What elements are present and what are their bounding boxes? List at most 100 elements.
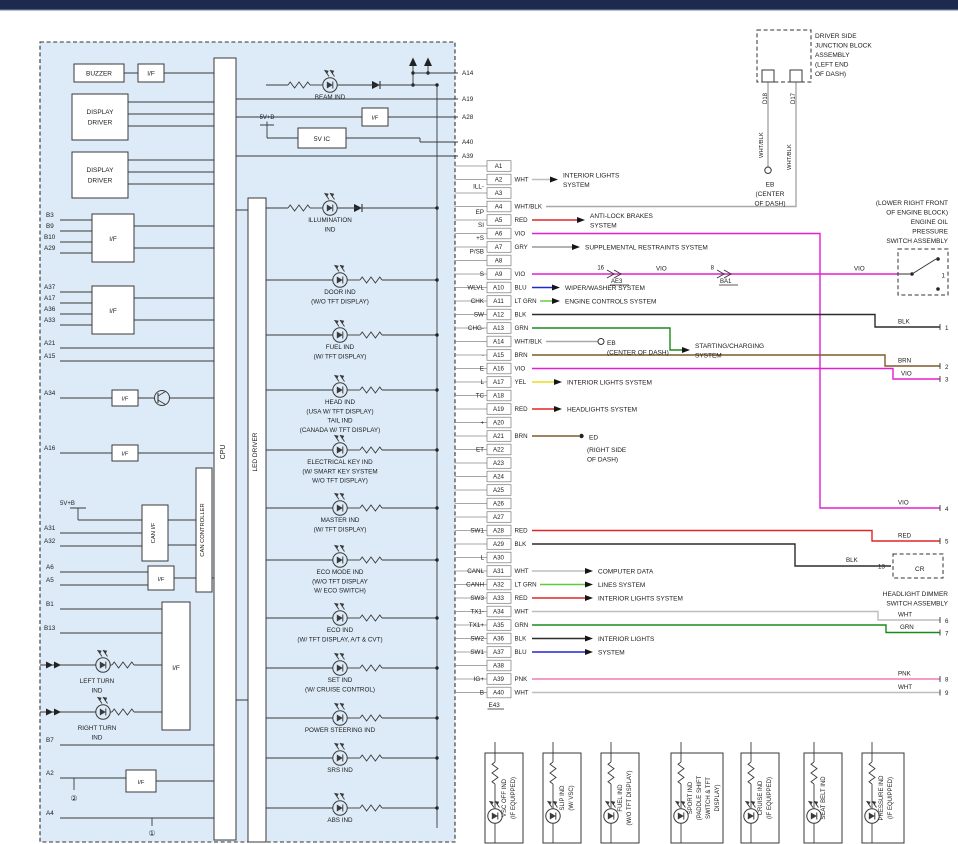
pin-label: A40	[493, 690, 505, 697]
pin-a6: A6	[46, 564, 54, 571]
bottom-indicator-label: FUEL IND	[618, 784, 624, 812]
indicator-label: ELECTRICAL KEY IND	[307, 459, 373, 466]
signal-label: SW1	[470, 528, 484, 535]
top-pin-label: A40	[462, 139, 474, 146]
pin-a4: A4	[46, 810, 54, 817]
jb-label-4: (LEFT END	[815, 62, 849, 69]
wire-a34	[532, 612, 940, 621]
edge-pin-number: 1	[945, 325, 949, 332]
pin-a34: A34	[44, 390, 56, 397]
jb-wire-right-label: WHT/BLK	[787, 144, 793, 170]
edge-wire-color: VIO	[898, 500, 909, 507]
top-pin-label: A39	[462, 153, 474, 160]
edge-wire-color: BLK	[846, 557, 859, 564]
wire-color-label: WHT/BLK	[515, 204, 543, 211]
pin-a5: A5	[46, 577, 54, 584]
circled-1: ①	[148, 829, 155, 838]
led-driver-box	[248, 198, 266, 842]
pin-b10: B10	[44, 234, 56, 241]
bottom-indicator-label: SEAT BELT IND	[821, 776, 827, 820]
junction-pin-d18	[762, 70, 774, 82]
wire-color-label: BLK	[515, 312, 528, 319]
pin-label: A18	[493, 393, 505, 400]
signal-label: CANH	[466, 582, 484, 589]
indicator-label: (USA W/ TFT DISPLAY)	[306, 408, 373, 415]
bottom-indicator-label: PRESSURE IND	[879, 775, 885, 821]
switch-arm	[912, 259, 936, 274]
bottom-indicator-label: (IF EQUIPPED)	[511, 777, 517, 819]
signal-label: L	[480, 379, 484, 386]
pin-label: A10	[493, 285, 505, 292]
bottom-indicator-box: FUEL IND(W/O TFT DISPLAY)	[601, 742, 639, 843]
pin-label: A9	[495, 271, 503, 278]
pin-a37: A37	[44, 284, 56, 291]
jb-label-2: JUNCTION BLOCK	[815, 43, 872, 50]
bottom-indicator-box: CRUISE IND(IF EQUIPPED)	[741, 742, 779, 843]
junction-dot	[435, 388, 438, 391]
dest-a21-l3: OF DASH)	[587, 457, 618, 464]
dest-a21-l1: ED	[589, 435, 598, 442]
top-pin-label: A28	[462, 114, 474, 121]
signal-label: +S	[476, 235, 484, 242]
dest-a7: SUPPLEMENTAL RESTRAINTS SYSTEM	[585, 245, 708, 252]
dest-a14-l1: EB	[607, 340, 616, 347]
indicator-label: (CANADA W/ TFT DISPLAY)	[300, 427, 380, 434]
turn-label: IND	[92, 687, 103, 694]
signal-label: P/SB	[470, 248, 484, 255]
wire-a28	[532, 531, 940, 542]
indicator-label: SET IND	[328, 677, 353, 684]
pin-label: A15	[493, 352, 505, 359]
bottom-indicator-label: (W/ VSC)	[569, 785, 575, 810]
wire-color-label: VIO	[515, 271, 526, 278]
dest-a5-l2: SYSTEM	[590, 223, 617, 230]
oil-switch-pin: 1	[942, 273, 946, 280]
indicator-label: (W/ TFT DISPLAY)	[314, 526, 367, 533]
bottom-indicator-box: PRESSURE IND(IF EQUIPPED)	[862, 742, 904, 843]
dimmer-cr-label: CR	[915, 566, 925, 573]
flow-arrow-icon	[552, 298, 560, 304]
wire-color-label: BLK	[515, 636, 528, 643]
pin-b9: B9	[46, 223, 54, 230]
indicator-label: (W/ TFT DISPLAY, A/T & CVT)	[297, 636, 382, 643]
wire-color-label: GRN	[515, 622, 529, 629]
bottom-indicator-label: CRUISE IND	[758, 780, 764, 815]
signal-label: IG+	[474, 676, 485, 683]
pin-a36: A36	[44, 306, 56, 313]
indicator-label: (W/ CRUISE CONTROL)	[305, 686, 375, 693]
a9-wire-color-mid: VIO	[656, 266, 667, 273]
connector-pin-column: A1A2WHTA3A4WHT/BLKA5REDA6VIOA7GRYA8A9VIO…	[455, 161, 543, 698]
dest-a31: COMPUTER DATA	[598, 569, 654, 576]
bottom-indicator-label: DISPLAY)	[715, 785, 721, 812]
edge-pin-number: 4	[945, 506, 949, 513]
signal-label: SW	[474, 312, 484, 319]
pin-a2: A2	[46, 770, 54, 777]
indicator-label: BEAM IND	[315, 94, 346, 101]
oil-label-3: ENGINE OIL	[911, 219, 949, 226]
pin-label: A17	[493, 379, 505, 386]
edge-wire-color: BLK	[898, 319, 911, 326]
cpu-label: CPU	[220, 445, 227, 460]
bottom-indicator-box: SEAT BELT IND	[804, 742, 842, 843]
signal-label: L	[480, 555, 484, 562]
wire-color-label: WHT/BLK	[515, 339, 543, 346]
pin-label: A22	[493, 447, 505, 454]
v5b-top-label: 5V+B	[260, 115, 275, 121]
dest-a13-l1: STARTING/CHARGING	[695, 343, 764, 350]
circled-2: ②	[70, 794, 77, 803]
indicator-label: (W/ TFT DISPLAY)	[314, 353, 367, 360]
dest-a37: SYSTEM	[598, 650, 625, 657]
flow-arrow-icon	[552, 285, 560, 291]
wire-color-label: BLU	[515, 285, 527, 292]
wire-color-label: WHT	[515, 609, 529, 616]
signal-label: E	[480, 366, 484, 373]
wire-a15	[532, 355, 940, 366]
wire-color-label: WHT	[515, 690, 529, 697]
dest-a21-l2: (RIGHT SIDE	[587, 447, 627, 454]
pin-label: A35	[493, 622, 505, 629]
pin-label: A25	[493, 487, 505, 494]
signal-label: SI	[478, 222, 484, 229]
led-driver-label: LED DRIVER	[252, 432, 259, 471]
pin-label: A19	[493, 406, 505, 413]
pin-a32: A32	[44, 538, 56, 545]
edge-wire-color: BRN	[898, 358, 911, 365]
